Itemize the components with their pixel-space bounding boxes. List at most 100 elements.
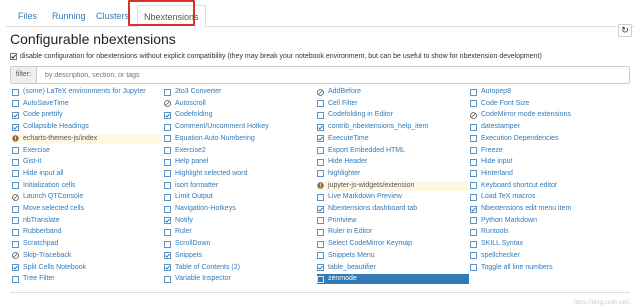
- extension-item[interactable]: Ruler: [164, 227, 312, 237]
- checkbox-checked-icon[interactable]: [164, 217, 171, 225]
- checkbox-checked-icon[interactable]: [12, 111, 19, 119]
- extension-item[interactable]: Table of Contents (2): [164, 263, 312, 273]
- checkbox-icon[interactable]: [12, 275, 19, 283]
- checkbox-icon[interactable]: [12, 100, 19, 108]
- checkbox-icon[interactable]: [317, 170, 324, 178]
- extension-item[interactable]: Exercise2: [164, 146, 312, 156]
- extension-item[interactable]: CodeMirror mode extensions: [470, 110, 622, 120]
- extension-item[interactable]: Execution Dependencies: [470, 134, 622, 144]
- checkbox-icon[interactable]: [164, 205, 171, 213]
- extension-item[interactable]: table_beautifier: [317, 263, 469, 273]
- extension-item[interactable]: Keyboard shortcut editor: [470, 181, 622, 191]
- checkbox-icon[interactable]: [317, 111, 324, 119]
- extension-item[interactable]: jupyter-js-widgets/extension: [317, 180, 469, 191]
- checkbox-icon[interactable]: [317, 217, 324, 225]
- extension-item[interactable]: contrib_nbextensions_help_item: [317, 122, 469, 132]
- checkbox-checked-icon[interactable]: [317, 123, 324, 131]
- extension-item[interactable]: Skip-Traceback: [12, 251, 160, 261]
- extension-item[interactable]: Exercise: [12, 146, 160, 156]
- extension-item[interactable]: Cell Filter: [317, 99, 469, 109]
- extension-item[interactable]: Toggle all line numbers: [470, 263, 622, 273]
- checkbox-icon[interactable]: [470, 228, 477, 236]
- extension-item[interactable]: datestamper: [470, 122, 622, 132]
- checkbox-icon[interactable]: [164, 275, 171, 283]
- extension-item[interactable]: Live Markdown Preview: [317, 192, 469, 202]
- extension-item[interactable]: spellchecker: [470, 251, 622, 261]
- checkbox-icon[interactable]: [164, 193, 171, 201]
- checkbox-checked-icon[interactable]: [164, 264, 171, 271]
- extension-item[interactable]: Limit Output: [164, 192, 312, 202]
- extension-item[interactable]: Hinterland: [470, 169, 622, 179]
- extension-item[interactable]: Snippets Menu: [317, 251, 469, 261]
- checkbox-icon[interactable]: [470, 135, 477, 143]
- checkbox-icon[interactable]: [470, 88, 477, 96]
- extension-item[interactable]: (some) LaTeX environments for Jupyter: [12, 87, 160, 97]
- extension-item[interactable]: nbTranslate: [12, 216, 160, 226]
- disabled-icon[interactable]: [12, 252, 19, 260]
- extension-item[interactable]: Hide Header: [317, 157, 469, 167]
- checkbox-icon[interactable]: [12, 158, 19, 166]
- extension-item[interactable]: Export Embedded HTML: [317, 146, 469, 156]
- extension-item[interactable]: AddBefore: [317, 87, 469, 97]
- extension-item[interactable]: Nbextensions dashboard tab: [317, 204, 469, 214]
- extension-item[interactable]: Notify: [164, 216, 312, 226]
- checkbox-icon[interactable]: [164, 182, 171, 189]
- checkbox-icon[interactable]: [317, 228, 324, 236]
- checkbox-icon[interactable]: [317, 252, 324, 260]
- extension-item[interactable]: Equation Auto Numbering: [164, 134, 312, 144]
- checkbox-icon[interactable]: [470, 170, 477, 178]
- extension-item[interactable]: highlighter: [317, 169, 469, 179]
- extension-item[interactable]: Codefolding in Editor: [317, 110, 469, 120]
- refresh-button[interactable]: ↻: [618, 24, 632, 37]
- checkbox-checked-icon[interactable]: [470, 205, 477, 213]
- extension-item[interactable]: Load TeX macros: [470, 192, 622, 202]
- warning-icon[interactable]: [12, 135, 19, 142]
- checkbox-icon[interactable]: [317, 100, 324, 108]
- extension-item[interactable]: isort formatter: [164, 181, 312, 191]
- tab-running[interactable]: Running: [46, 5, 92, 27]
- extension-item[interactable]: Comment/Uncomment Hotkey: [164, 122, 312, 132]
- checkbox-checked-icon[interactable]: [12, 264, 19, 271]
- checkbox-icon[interactable]: [12, 88, 19, 96]
- extension-item[interactable]: Launch QTConsole: [12, 192, 160, 202]
- checkbox-icon[interactable]: [12, 170, 19, 178]
- extension-item[interactable]: Initialization cells: [12, 181, 160, 191]
- extension-item[interactable]: Printview: [317, 216, 469, 226]
- extension-item[interactable]: Autoscroll: [164, 99, 312, 109]
- extension-item[interactable]: SKILL Syntax: [470, 239, 622, 249]
- checkbox-icon[interactable]: [12, 240, 19, 248]
- checkbox-icon[interactable]: [470, 193, 477, 201]
- checkbox-icon[interactable]: [164, 135, 171, 143]
- disabled-icon[interactable]: [470, 111, 477, 119]
- extension-item[interactable]: Rubberband: [12, 227, 160, 237]
- disabled-icon[interactable]: [164, 100, 171, 108]
- checkbox-checked-icon[interactable]: [317, 205, 324, 213]
- checkbox-checked-icon[interactable]: [317, 264, 324, 271]
- checkbox-icon[interactable]: [317, 275, 324, 283]
- extension-item[interactable]: Hide input: [470, 157, 622, 167]
- extension-item[interactable]: ExecuteTime: [317, 134, 469, 144]
- checkbox-checked-icon[interactable]: [164, 111, 171, 119]
- checkbox-icon[interactable]: [164, 240, 171, 248]
- disabled-icon[interactable]: [12, 193, 19, 201]
- extension-item[interactable]: Collapsible Headings: [12, 122, 160, 132]
- extension-item[interactable]: echarts-themes-js/index: [12, 133, 160, 144]
- checkbox-icon[interactable]: [317, 193, 324, 201]
- checkbox-icon[interactable]: [470, 147, 477, 154]
- checkbox-icon[interactable]: [12, 217, 19, 225]
- checkbox-icon[interactable]: [164, 158, 171, 166]
- extension-item[interactable]: Codefolding: [164, 110, 312, 120]
- extension-item[interactable]: Runtools: [470, 227, 622, 237]
- checkbox-icon[interactable]: [470, 123, 477, 131]
- checkbox-icon[interactable]: [164, 228, 171, 236]
- checkbox-icon[interactable]: [12, 182, 19, 189]
- extension-item[interactable]: Split Cells Notebook: [12, 263, 160, 273]
- checkbox-icon[interactable]: [470, 100, 477, 108]
- checkbox-icon[interactable]: [470, 240, 477, 248]
- extension-item[interactable]: Autopep8: [470, 87, 622, 97]
- filter-input[interactable]: [37, 67, 629, 83]
- extension-item[interactable]: zenmode: [317, 274, 469, 285]
- compat-checkbox[interactable]: [10, 53, 17, 60]
- checkbox-icon[interactable]: [164, 123, 171, 131]
- extension-item[interactable]: Nbextensions edit menu item: [470, 204, 622, 214]
